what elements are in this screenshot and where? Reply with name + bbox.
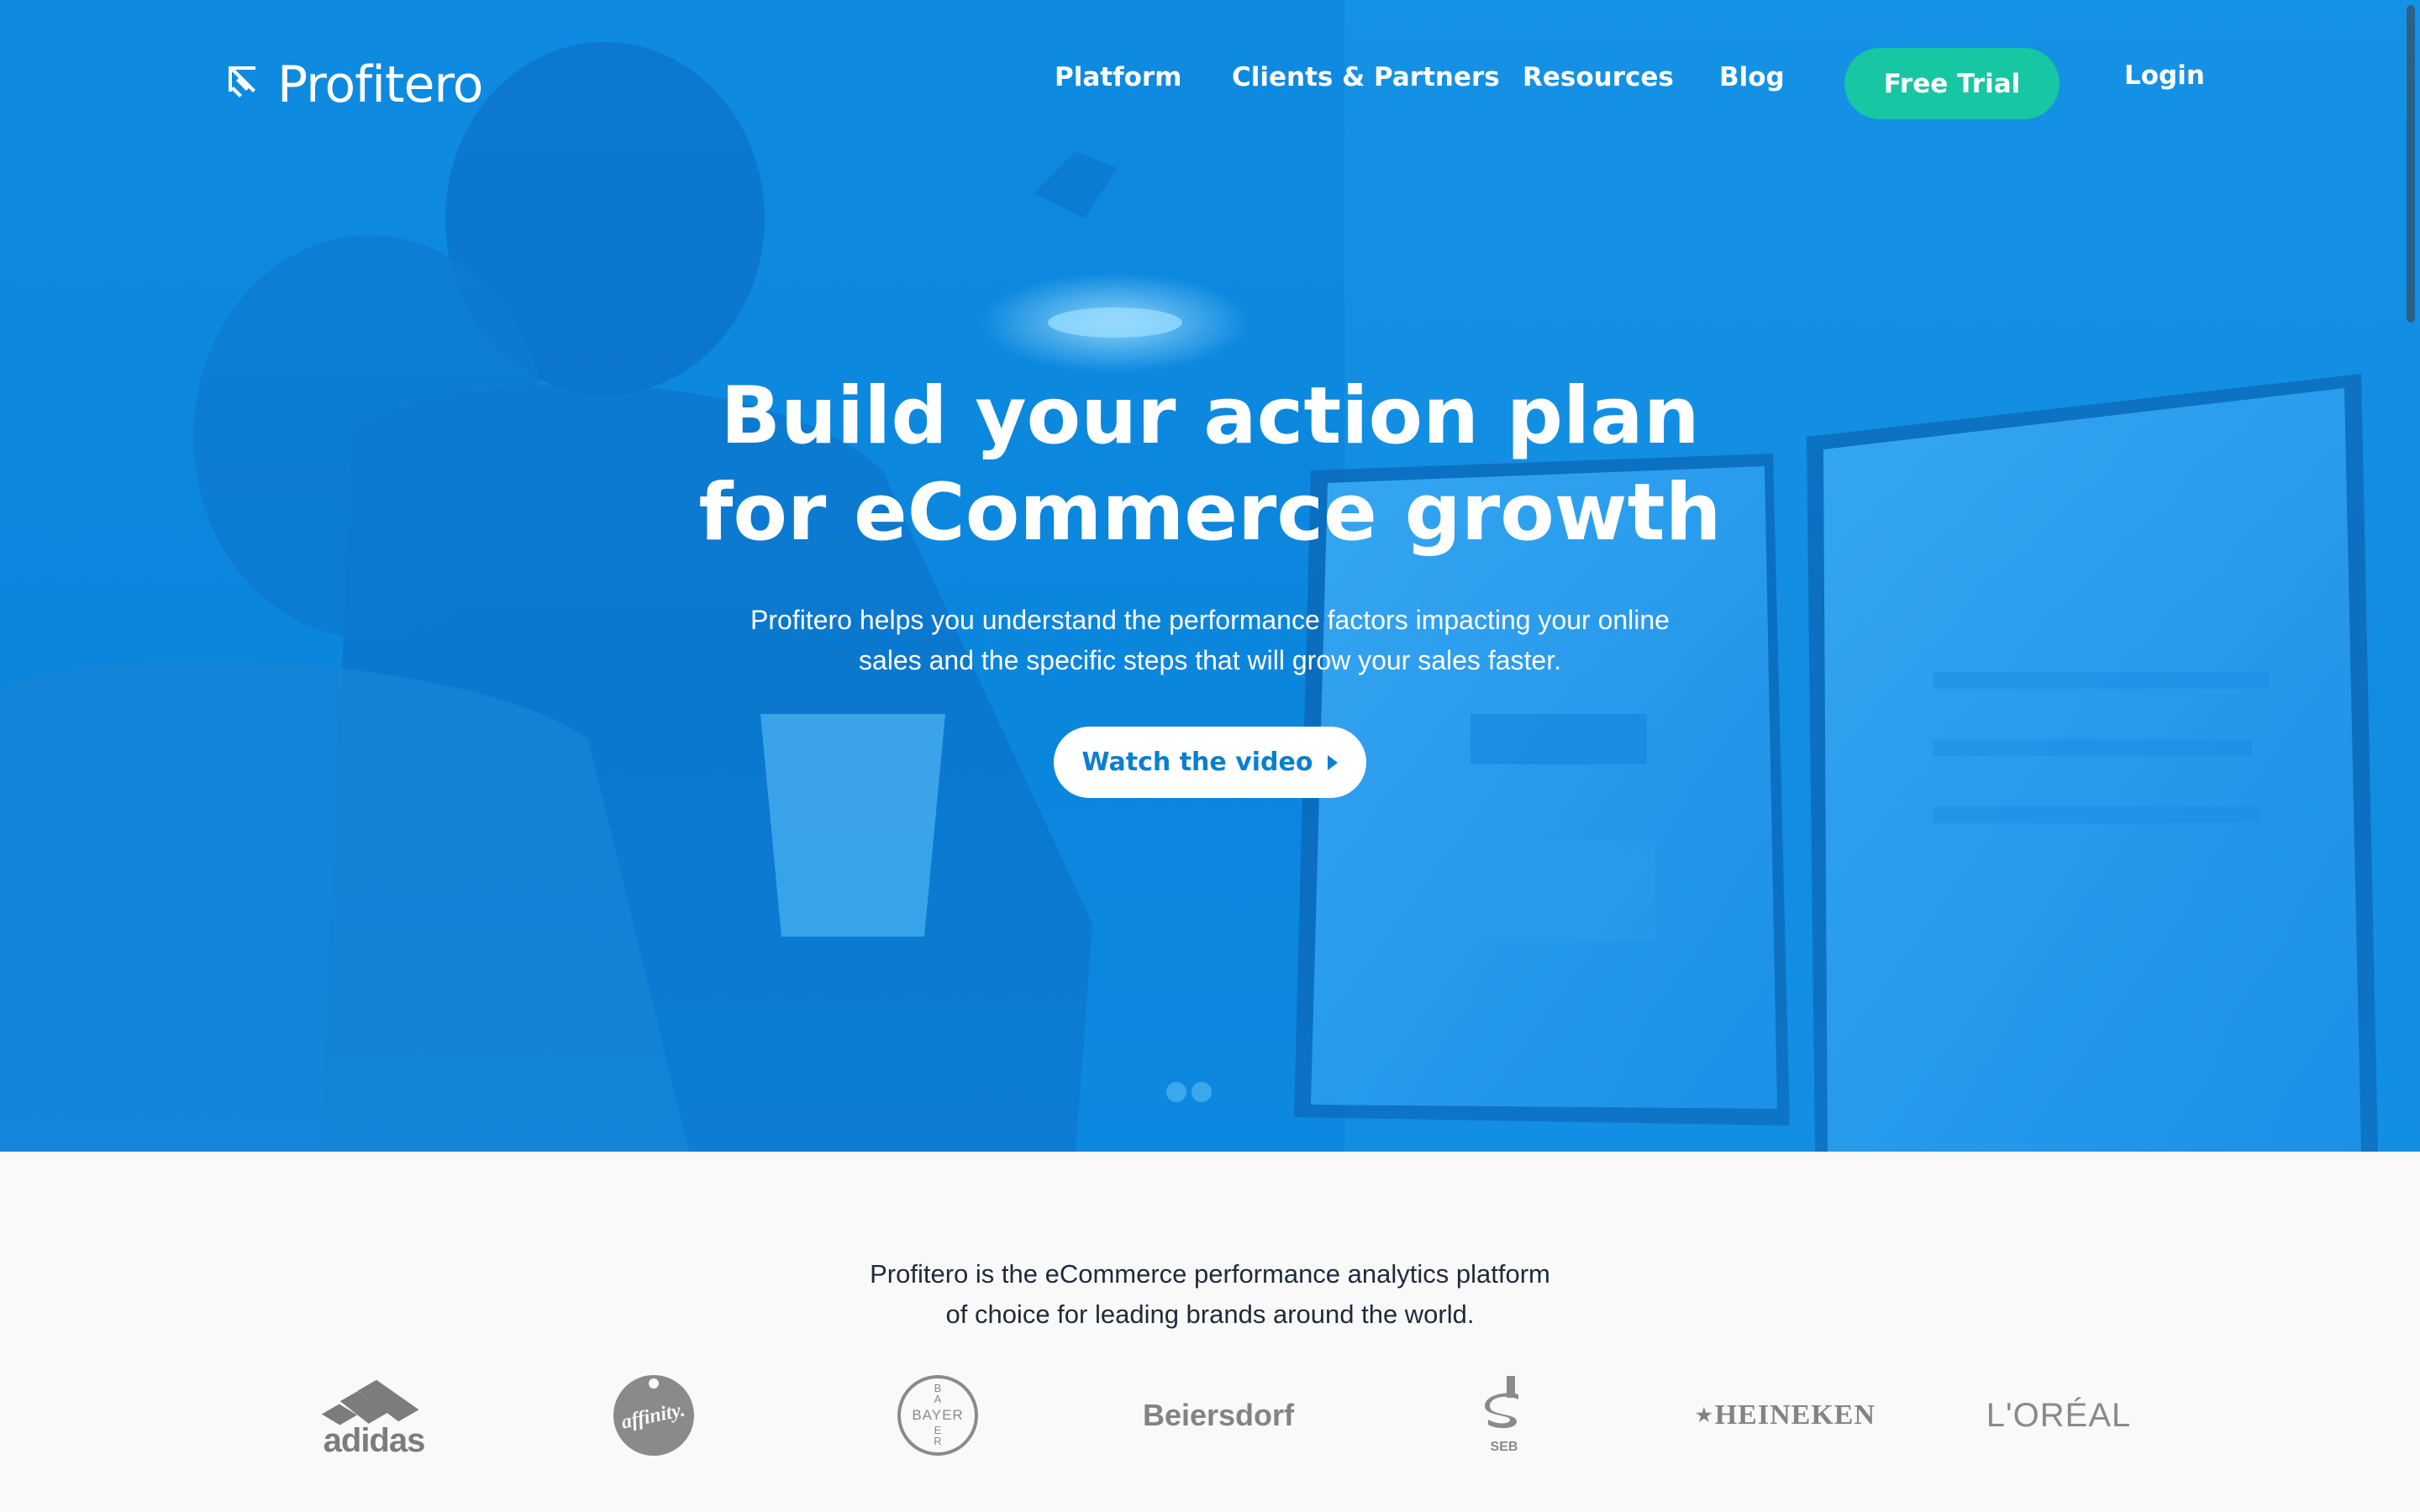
affinity-logo: affinity.: [610, 1369, 697, 1462]
logo-arrows-icon: [229, 66, 255, 97]
free-trial-button[interactable]: Free Trial: [1844, 48, 2060, 119]
hero-headline-line1: Build your action plan: [720, 370, 1700, 462]
heineken-logo: ★ HEINEKEN: [1696, 1369, 1875, 1462]
hero-section: Profitero Platform Clients & Partners Re…: [0, 0, 2420, 1152]
svg-text:BAYER: BAYER: [912, 1407, 963, 1423]
watch-video-button[interactable]: Watch the video: [1054, 727, 1366, 798]
svg-text:A: A: [934, 1393, 942, 1405]
loreal-logo: L'ORÉAL: [1986, 1396, 2132, 1434]
trust-text-line2: of choice for leading brands around the …: [945, 1299, 1475, 1329]
adidas-wordmark: adidas: [323, 1422, 426, 1459]
logo-text: Profitero: [277, 55, 483, 114]
nav-link-clients-partners[interactable]: Clients & Partners: [1232, 62, 1500, 92]
nav-link-resources[interactable]: Resources: [1523, 62, 1674, 92]
top-navigation: Profitero Platform Clients & Partners Re…: [0, 0, 2420, 168]
seb-mark-icon: [1485, 1376, 1518, 1429]
page-scrollbar[interactable]: [2402, 0, 2420, 1512]
nav-link-platform[interactable]: Platform: [1055, 62, 1181, 92]
nav-link-blog[interactable]: Blog: [1719, 62, 1785, 92]
seb-logo: SEB: [1479, 1369, 1529, 1462]
hero-subtext-line1: Profitero helps you understand the perfo…: [750, 605, 1670, 635]
hero-overlay: [0, 0, 2420, 1152]
trust-text-line1: Profitero is the eCommerce performance a…: [870, 1259, 1550, 1289]
login-link[interactable]: Login: [2124, 60, 2205, 91]
heineken-wordmark: HEINEKEN: [1714, 1399, 1876, 1431]
adidas-logo: adidas: [307, 1369, 441, 1462]
scrollbar-thumb[interactable]: [2407, 5, 2415, 323]
watch-video-label: Watch the video: [1081, 748, 1313, 777]
seb-wordmark: SEB: [1490, 1440, 1518, 1454]
affinity-badge-icon: affinity.: [613, 1375, 694, 1456]
hero-subtext-line2: sales and the specific steps that will g…: [859, 645, 1561, 675]
beiersdorf-logo: Beiersdorf: [1142, 1398, 1295, 1432]
adidas-stripes-icon: [321, 1379, 419, 1425]
heineken-star-icon: ★: [1696, 1404, 1713, 1425]
profitero-logo[interactable]: Profitero: [227, 55, 483, 114]
hero-headline-line2: for eCommerce growth: [698, 467, 1722, 559]
bayer-logo: BAYER B A E R: [896, 1369, 980, 1462]
play-icon: [1328, 754, 1339, 770]
svg-text:R: R: [934, 1435, 941, 1447]
bayer-cross-icon: BAYER B A E R: [897, 1375, 978, 1456]
